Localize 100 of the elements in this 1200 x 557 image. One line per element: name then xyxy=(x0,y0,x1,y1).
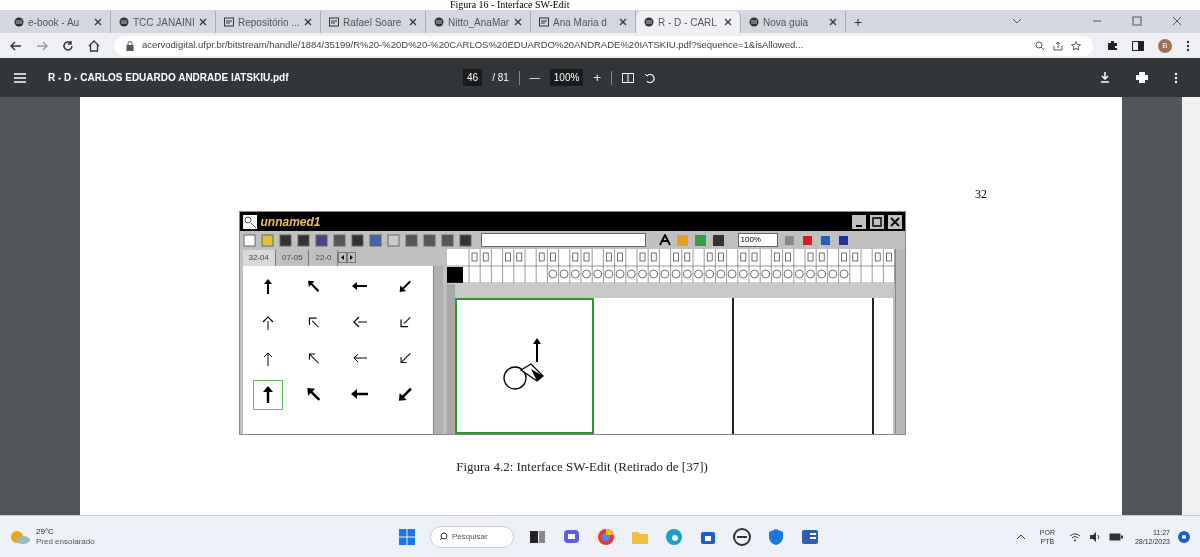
globe-icon xyxy=(434,17,444,27)
maximize-icon[interactable] xyxy=(869,214,884,229)
document-icon xyxy=(539,17,549,27)
toolbar-icon[interactable] xyxy=(332,233,346,247)
text-tool-icon[interactable] xyxy=(658,234,671,246)
url-text: acervodigital.ufpr.br/bitstream/handle/1884/35199/R%20-%20D%20-%20CARLOS%20EDUARDO%20ANDRADE%20IATSKIU.pdf?sequence=1&isAllowed... xyxy=(142,38,805,53)
lock-icon xyxy=(126,40,134,51)
profile-avatar[interactable]: B xyxy=(1158,38,1172,53)
toolbar-icon[interactable] xyxy=(836,233,850,247)
page-number: 32 xyxy=(975,186,987,203)
fit-page-icon[interactable] xyxy=(622,72,634,83)
toolbar-icon[interactable] xyxy=(800,233,814,247)
toolbar-icon[interactable] xyxy=(458,233,472,247)
speaker-icon[interactable] xyxy=(1088,531,1101,542)
toolbar-icon[interactable] xyxy=(368,233,382,247)
address-bar[interactable]: acervodigital.ufpr.br/bitstream/handle/1884/35199/R%20-%20D%20-%20CARLOS%20EDUARDO%20ANDRADE%20IATSKIU.pdf?sequence=1&isAllowed... xyxy=(114,35,1093,56)
globe-icon xyxy=(119,17,129,27)
scrollbar[interactable] xyxy=(432,266,443,434)
tab-title: Ana Maria d xyxy=(553,15,608,30)
reload-icon[interactable] xyxy=(62,39,74,52)
symbol-group-tab[interactable]: 32-04 xyxy=(242,249,276,266)
app-icon xyxy=(242,214,257,229)
search-icon xyxy=(439,532,448,541)
document-icon xyxy=(224,17,234,27)
menu-icon[interactable] xyxy=(14,72,26,83)
home-icon[interactable] xyxy=(88,39,100,52)
star-icon[interactable] xyxy=(1071,40,1081,51)
download-icon[interactable] xyxy=(1100,72,1110,83)
toolbar-icon[interactable] xyxy=(350,233,364,247)
arrow-symbol-icon[interactable] xyxy=(253,381,282,409)
more-menu-icon[interactable] xyxy=(1186,39,1190,52)
scrollbar[interactable] xyxy=(1182,97,1200,515)
back-arrow-icon[interactable] xyxy=(10,40,22,51)
file-name: R - D - CARLOS EDUARDO ANDRADE IATSKIU.pdf xyxy=(48,71,290,85)
close-icon[interactable] xyxy=(409,18,417,26)
close-icon[interactable] xyxy=(619,18,627,26)
scroll-right-button[interactable] xyxy=(347,252,357,263)
zoom-dropdown[interactable]: 100% xyxy=(737,233,778,247)
scroll-left-button[interactable] xyxy=(338,252,348,263)
close-icon[interactable] xyxy=(1172,16,1182,26)
chevron-up-icon[interactable] xyxy=(1015,532,1026,541)
toolbar-icon[interactable] xyxy=(314,233,328,247)
rotate-icon[interactable] xyxy=(644,71,656,84)
toolbar-icon[interactable] xyxy=(278,233,292,247)
toolbar-icon[interactable] xyxy=(818,233,832,247)
zoom-out-button[interactable]: — xyxy=(529,70,540,85)
tab-title: Nova guia xyxy=(763,15,810,30)
browser-icon[interactable] xyxy=(596,526,616,547)
wifi-icon[interactable] xyxy=(1068,531,1081,542)
sun-cloud-icon xyxy=(10,529,30,544)
zoom-field[interactable]: 100% xyxy=(549,69,584,86)
globe-icon xyxy=(644,17,654,27)
zoom-icon[interactable] xyxy=(1035,40,1045,51)
share-icon[interactable] xyxy=(1053,40,1063,51)
minimize-icon[interactable] xyxy=(851,214,866,229)
close-icon[interactable] xyxy=(514,18,522,26)
toolbar-icon[interactable] xyxy=(404,233,418,247)
tab-title: TCC JANAINI xyxy=(133,15,195,30)
weather-text: Pred ensolarado xyxy=(36,536,96,547)
taskbar-search-field[interactable]: Pesquisar xyxy=(430,525,514,548)
close-icon[interactable] xyxy=(887,214,902,229)
side-panel-icon[interactable] xyxy=(1132,40,1144,51)
close-icon[interactable] xyxy=(94,18,102,26)
scrollbar[interactable] xyxy=(894,249,905,434)
font-dropdown[interactable] xyxy=(480,233,646,247)
notification-icon[interactable] xyxy=(1178,530,1190,543)
tab-title: Repositório ... xyxy=(238,15,300,30)
zoom-in-button[interactable]: + xyxy=(593,67,601,88)
toolbar-icon[interactable] xyxy=(440,233,454,247)
close-icon[interactable] xyxy=(724,18,732,26)
search-placeholder: Pesquisar xyxy=(452,530,488,543)
tab-title: Nitto_AnaMar xyxy=(448,15,510,30)
sign-cell[interactable] xyxy=(454,298,594,434)
page-number-field[interactable]: 46 xyxy=(463,69,483,86)
tab-title: e-book - Au xyxy=(28,15,81,30)
page-total: / 81 xyxy=(492,71,509,85)
toolbar-icon[interactable] xyxy=(296,233,310,247)
close-icon[interactable] xyxy=(829,18,837,26)
toolbar-icon[interactable] xyxy=(422,233,436,247)
new-tab-button[interactable]: + xyxy=(854,15,863,29)
tab-title: Rafael Soare xyxy=(343,15,403,30)
puzzle-icon[interactable] xyxy=(1107,40,1118,51)
tab-title: R - D - CARL xyxy=(658,15,718,30)
windows-start-icon[interactable] xyxy=(398,527,416,546)
close-icon[interactable] xyxy=(304,18,312,26)
app-circle-icon[interactable] xyxy=(732,526,752,547)
toolbar-icon[interactable] xyxy=(242,233,256,247)
temperature: 29°C xyxy=(36,526,55,537)
close-icon[interactable] xyxy=(199,18,207,26)
globe-icon xyxy=(14,17,24,27)
document-icon xyxy=(329,17,339,27)
battery-icon[interactable] xyxy=(1108,532,1123,541)
toolbar-icon[interactable] xyxy=(711,233,725,247)
more-menu-icon[interactable] xyxy=(1174,71,1178,84)
chevron-down-icon[interactable] xyxy=(1012,17,1022,25)
document-caption: Figura 16 - Interface SW-Edit xyxy=(450,0,570,10)
figure-caption: Figura 4.2: Interface SW-Edit (Retirado de [37]) xyxy=(456,458,708,476)
globe-icon xyxy=(749,17,759,27)
browser-tab[interactable]: R - D - CARL xyxy=(636,11,741,33)
shield-icon[interactable] xyxy=(766,526,786,547)
